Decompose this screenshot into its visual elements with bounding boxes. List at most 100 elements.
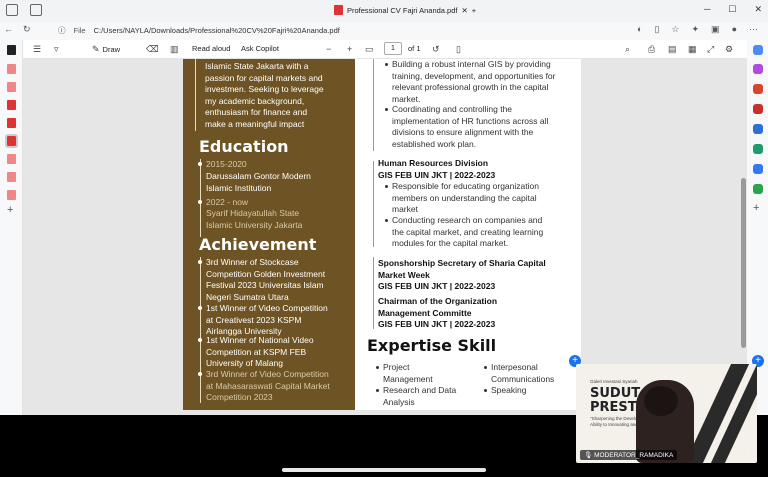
active-pdf-tab-icon[interactable]	[5, 134, 18, 148]
office-sidebar-icon[interactable]	[753, 144, 763, 154]
achievement-item: 3rd Winner of Stockcase Competition Gold…	[206, 257, 325, 303]
search-sidebar-icon[interactable]	[753, 45, 763, 55]
achievement-line-text: at Mahasaraswati Capital Market	[206, 380, 330, 391]
achievement-line-text: 1st Winner of National Video	[206, 335, 314, 345]
more-icon[interactable]: ⋯	[749, 24, 758, 35]
bullet	[484, 389, 487, 392]
pdf-tab-icon[interactable]	[7, 154, 16, 164]
text-button[interactable]: ▥	[170, 44, 179, 55]
profile-icon[interactable]: ●	[732, 24, 737, 35]
pdf-tab-icon[interactable]	[7, 64, 16, 74]
address-bar: ← ↻ ⓘ File C:/Users/NAYLA/Downloads/Prof…	[0, 22, 768, 40]
more-options-icon[interactable]: ⋮	[744, 451, 751, 459]
shopping-sidebar-icon[interactable]	[753, 104, 763, 114]
pen-icon: ✎	[92, 44, 100, 54]
save-as-button[interactable]: ▦	[688, 44, 697, 55]
education-school: Darussalam Gontor Modern Islamic Institu…	[206, 171, 311, 194]
tree-sidebar-icon[interactable]	[753, 184, 763, 194]
vertical-tabs-sidebar: +	[0, 40, 23, 415]
tab-strip-icon[interactable]	[7, 45, 16, 55]
browser-extensions: ◐ ▯ ☆ ✦ ▣ ● ⋯	[637, 24, 758, 35]
copilot-icon[interactable]: ◐	[637, 24, 642, 35]
achievement-item: 1st Winner of Video Competition at Creat…	[206, 303, 328, 338]
education-years: 2022 - now	[206, 197, 249, 207]
skill-line: Speaking	[491, 385, 527, 395]
hr-bullet-text: Conducting research on companies and the…	[392, 215, 543, 250]
split-screen-icon[interactable]: ▯	[654, 24, 659, 35]
url-field[interactable]: ⓘ File C:/Users/NAYLA/Downloads/Professi…	[58, 25, 340, 36]
hr-bullet-line: Conducting research on companies and	[392, 215, 543, 225]
draw-button[interactable]: ✎ Draw	[92, 44, 120, 55]
collections-icon[interactable]: ▣	[711, 24, 720, 35]
refresh-icon[interactable]: ↻	[23, 24, 31, 35]
timeline-dot	[198, 260, 202, 264]
education-line	[200, 159, 201, 237]
video-call-window[interactable]: Galeri Investasi Syariah SUDUT PRESTA "S…	[576, 364, 757, 463]
add-sidebar-plus-icon[interactable]: +	[753, 202, 759, 214]
highlight-button[interactable]: ▿	[54, 44, 59, 55]
page-number-input[interactable]: 1	[384, 42, 402, 55]
favorites-icon[interactable]: ☆	[671, 24, 679, 35]
draw-label: Draw	[102, 45, 121, 54]
expand-icon: ⤢	[707, 44, 715, 54]
experience-bullet-text: Coordinating and controlling the impleme…	[392, 104, 548, 150]
sponsorship-title-line: Market Week	[378, 269, 430, 280]
pdf-file-icon	[334, 5, 343, 15]
achievement-line-text: 3rd Winner of Video Competition	[206, 369, 329, 379]
maximize-icon[interactable]: ☐	[728, 4, 736, 15]
read-aloud-button[interactable]: Read aloud	[192, 44, 230, 53]
participant-name: 🎙 MODERATOR_RAMADIKA	[580, 450, 678, 460]
home-indicator[interactable]	[282, 468, 486, 472]
page-total: of 1	[408, 44, 421, 53]
tab-actions-icon[interactable]	[30, 4, 42, 16]
read-aloud-label: Read aloud	[192, 44, 231, 53]
hr-bullet-line: market	[392, 204, 418, 214]
participant-face	[644, 386, 678, 416]
fit-page-button[interactable]: ▭	[365, 44, 374, 55]
new-tab-plus-icon[interactable]: +	[7, 204, 13, 216]
minimize-icon[interactable]: ─	[704, 4, 710, 15]
pdf-tab-icon[interactable]	[7, 118, 16, 128]
back-icon[interactable]: ←	[4, 24, 13, 35]
zoom-out-button[interactable]: −	[326, 44, 331, 54]
zoom-in-button[interactable]: +	[347, 44, 352, 54]
close-window-icon[interactable]: ✕	[754, 4, 762, 15]
erase-button[interactable]: ⌫	[146, 44, 159, 55]
view-button[interactable]: ▯	[456, 44, 461, 55]
close-tab-icon[interactable]: ✕	[461, 6, 467, 15]
pdf-tab-icon[interactable]	[7, 82, 16, 92]
pdf-tab-icon[interactable]	[7, 100, 16, 110]
tools-sidebar-icon[interactable]	[753, 84, 763, 94]
search-button[interactable]: ⌕	[625, 44, 630, 55]
achievement-line-text: Competition at KSPM FEB	[206, 346, 307, 357]
education-heading: Education	[199, 137, 289, 156]
games-sidebar-icon[interactable]	[753, 124, 763, 134]
achievement-line-text: at Creativest 2023 KSPM	[206, 314, 302, 325]
experience-bullet-line: implementation of HR functions across al…	[392, 115, 549, 126]
vertical-scrollbar[interactable]	[741, 178, 746, 348]
workspaces-icon[interactable]	[6, 4, 18, 16]
settings-button[interactable]: ⚙	[725, 44, 733, 55]
rotate-button[interactable]: ↺	[432, 44, 440, 55]
fullscreen-button[interactable]: ⤢	[707, 44, 714, 55]
experience-bullet-line: training, development, and opportunities…	[392, 70, 556, 81]
pdf-tab-icon[interactable]	[7, 172, 16, 182]
hr-division-title: Human Resources Division	[378, 158, 489, 168]
contents-button[interactable]: ☰	[33, 44, 41, 55]
timeline-dot	[198, 162, 202, 166]
pdf-tab-icon[interactable]	[7, 190, 16, 200]
skill-item: Research and Data Analysis	[383, 385, 456, 408]
save-button[interactable]: ▤	[668, 44, 677, 55]
tab-title[interactable]: Professional CV Fajri Ananda.pdf ✕ +	[334, 5, 476, 15]
pdf-viewer[interactable]: Islamic State Jakarta with a passion for…	[23, 59, 747, 415]
print-button[interactable]: ⎙	[648, 44, 655, 55]
copilot-sidebar-icon[interactable]	[753, 64, 763, 74]
extensions-icon[interactable]: ✦	[692, 24, 700, 35]
title-bar: Professional CV Fajri Ananda.pdf ✕ + ─ ☐…	[0, 0, 768, 22]
achievement-line	[200, 257, 201, 403]
bullet	[385, 63, 388, 66]
sponsorship-org: GIS FEB UIN JKT | 2022-2023	[378, 281, 496, 291]
ask-copilot-button[interactable]: Ask Copilot	[241, 44, 279, 53]
new-tab-icon[interactable]: +	[472, 6, 476, 15]
outlook-sidebar-icon[interactable]	[753, 164, 763, 174]
